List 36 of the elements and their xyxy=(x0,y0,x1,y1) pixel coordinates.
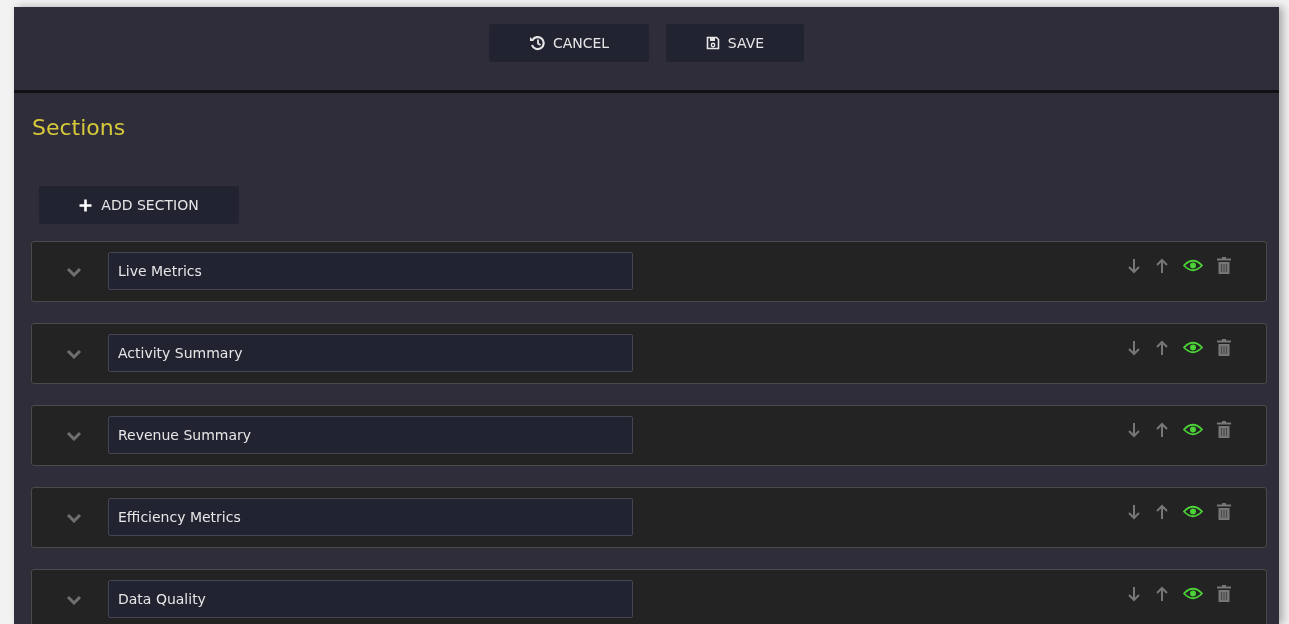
eye-icon[interactable] xyxy=(1183,505,1203,518)
arrow-down-icon[interactable] xyxy=(1127,421,1141,438)
cancel-button[interactable]: CANCEL xyxy=(489,24,649,62)
trash-icon[interactable] xyxy=(1217,257,1231,274)
eye-icon[interactable] xyxy=(1183,259,1203,272)
chevron-down-icon[interactable] xyxy=(66,266,82,277)
section-name-field[interactable]: Data Quality xyxy=(108,579,633,618)
trash-icon[interactable] xyxy=(1217,421,1231,438)
chevron-down-icon[interactable] xyxy=(66,594,82,605)
chevron-down-icon[interactable] xyxy=(66,512,82,523)
section-name-field[interactable]: Efficiency Metrics xyxy=(108,497,633,536)
arrow-up-icon[interactable] xyxy=(1155,421,1169,438)
arrow-down-icon[interactable] xyxy=(1127,339,1141,356)
section-name-field[interactable]: Live Metrics xyxy=(108,251,633,290)
section-name-field[interactable]: Activity Summary xyxy=(108,333,633,372)
chevron-down-icon[interactable] xyxy=(66,430,82,441)
trash-icon[interactable] xyxy=(1217,585,1231,602)
arrow-down-icon[interactable] xyxy=(1127,503,1141,520)
trash-icon[interactable] xyxy=(1217,339,1231,356)
arrow-up-icon[interactable] xyxy=(1155,585,1169,602)
arrow-down-icon[interactable] xyxy=(1127,257,1141,274)
save-button[interactable]: SAVE xyxy=(666,24,804,62)
arrow-up-icon[interactable] xyxy=(1155,257,1169,274)
eye-icon[interactable] xyxy=(1183,341,1203,354)
arrow-up-icon[interactable] xyxy=(1155,503,1169,520)
eye-icon[interactable] xyxy=(1183,587,1203,600)
add-section-button[interactable]: ADD SECTION xyxy=(39,186,239,224)
eye-icon[interactable] xyxy=(1183,423,1203,436)
arrow-down-icon[interactable] xyxy=(1127,585,1141,602)
plus-icon xyxy=(79,198,93,212)
section-heading: Sections xyxy=(31,114,127,142)
section-name-field[interactable]: Revenue Summary xyxy=(108,415,633,454)
arrow-up-icon[interactable] xyxy=(1155,339,1169,356)
trash-icon[interactable] xyxy=(1217,503,1231,520)
chevron-down-icon[interactable] xyxy=(66,348,82,359)
history-icon xyxy=(528,35,545,51)
